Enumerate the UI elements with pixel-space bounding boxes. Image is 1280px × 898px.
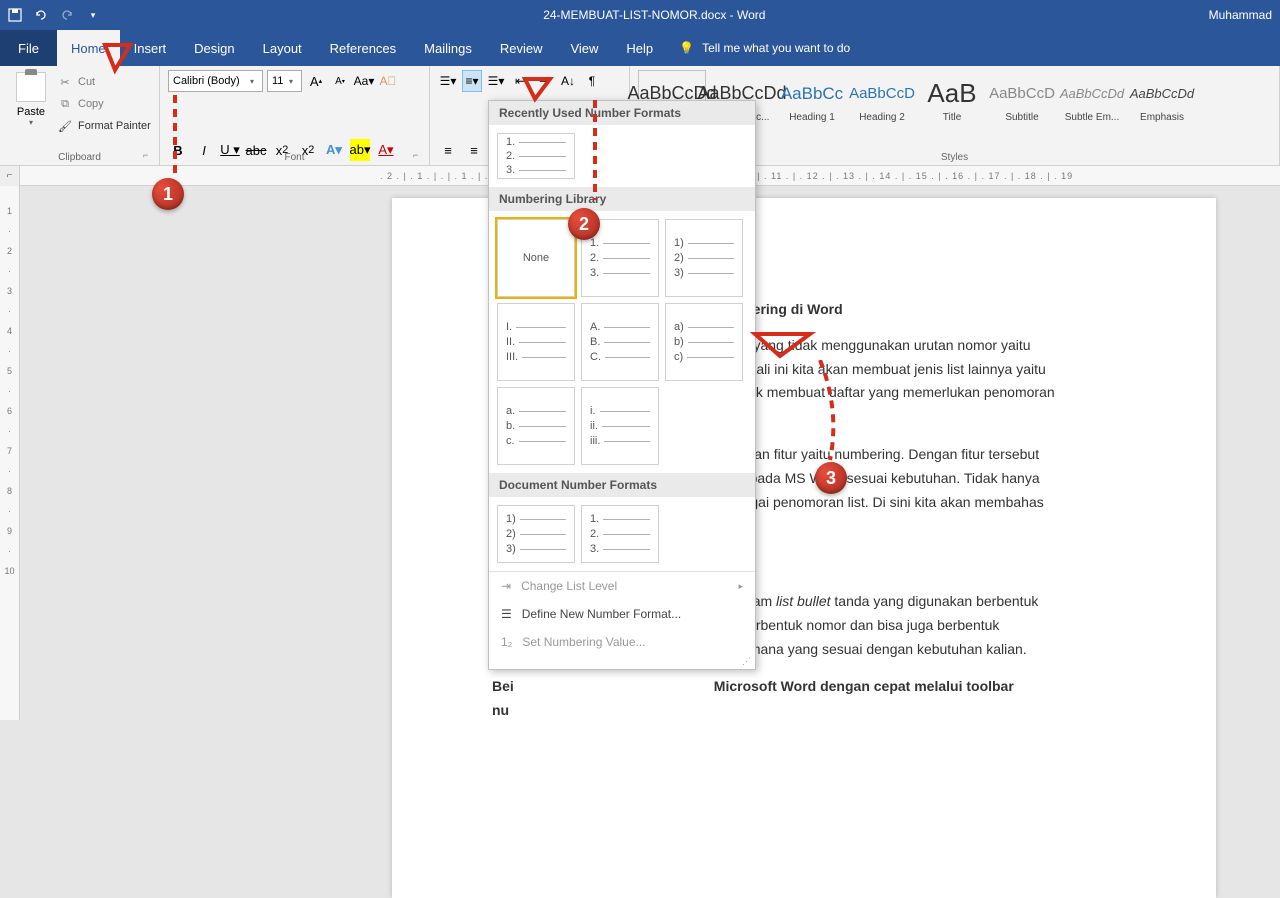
define-new-format[interactable]: ☰Define New Number Format... — [489, 600, 755, 628]
multilevel-button[interactable]: ☰▾ — [486, 70, 506, 92]
font-dialog-launcher[interactable]: ⌐ — [413, 150, 425, 162]
format-alpha-lower-dot[interactable]: a. b. c. — [497, 387, 575, 465]
numbering-library-header: Numbering Library — [489, 187, 755, 211]
format-doc-decimal-paren[interactable]: 1) 2) 3) — [497, 505, 575, 563]
document-formats-header: Document Number Formats — [489, 473, 755, 497]
style-heading1[interactable]: AaBbCcHeading 1 — [778, 70, 846, 128]
align-left-button[interactable]: ≡ — [438, 139, 458, 161]
style-heading2[interactable]: AaBbCcDHeading 2 — [848, 70, 916, 128]
clear-formatting-button[interactable]: A⃠ — [378, 70, 398, 92]
set-numbering-value: 1₂Set Numbering Value... — [489, 628, 755, 656]
clipboard-label: Clipboard — [0, 152, 159, 163]
align-center-button[interactable]: ≡ — [464, 139, 484, 161]
tell-me-search[interactable]: 💡 Tell me what you want to do — [679, 30, 850, 66]
tab-mailings[interactable]: Mailings — [410, 30, 486, 66]
paste-label: Paste — [17, 106, 45, 118]
font-label: Font — [160, 152, 429, 163]
tab-design[interactable]: Design — [180, 30, 248, 66]
ruler-corner: ⌐ — [0, 166, 20, 186]
document-title: 24-MEMBUAT-LIST-NOMOR.docx - Word — [100, 8, 1209, 22]
tab-review[interactable]: Review — [486, 30, 557, 66]
tab-references[interactable]: References — [316, 30, 410, 66]
annotation-dash-3 — [810, 360, 850, 470]
format-none[interactable]: None — [497, 219, 575, 297]
style-subtle-emphasis[interactable]: AaBbCcDdSubtle Em... — [1058, 70, 1126, 128]
title-bar: ▾ 24-MEMBUAT-LIST-NOMOR.docx - Word Muha… — [0, 0, 1280, 30]
paste-button[interactable]: Paste ▾ — [8, 70, 54, 136]
format-alpha-upper[interactable]: A. B. C. — [581, 303, 659, 381]
user-name[interactable]: Muhammad — [1209, 8, 1272, 22]
save-icon[interactable] — [8, 8, 22, 22]
vertical-ruler[interactable]: 1·2·3·4·5·6·7·8·9·10 — [0, 186, 20, 720]
sort-button[interactable]: A↓ — [558, 70, 578, 92]
format-roman-upper[interactable]: I. II. III. — [497, 303, 575, 381]
format-decimal-recent[interactable]: 1. 2. 3. — [497, 133, 575, 179]
tab-layout[interactable]: Layout — [249, 30, 316, 66]
change-case-button[interactable]: Aa▾ — [354, 70, 374, 92]
annotation-arrow-1 — [100, 40, 160, 80]
format-decimal-paren[interactable]: 1) 2) 3) — [665, 219, 743, 297]
font-group: Calibri (Body)▾ 11▾ A▴ A▾ Aa▾ A⃠ B I U ▾… — [160, 66, 430, 165]
format-alpha-lower-paren[interactable]: a) b) c) — [665, 303, 743, 381]
numbering-button[interactable]: ≡▾ — [462, 70, 482, 92]
paste-icon — [16, 72, 46, 102]
style-title[interactable]: AaBTitle — [918, 70, 986, 128]
clipboard-group: Paste ▾ ✂Cut ⧉Copy 🖌Format Painter Clipb… — [0, 66, 160, 165]
font-size-combo[interactable]: 11▾ — [267, 70, 302, 92]
annotation-dash-1 — [160, 95, 190, 185]
copy-icon: ⧉ — [58, 97, 72, 111]
recent-formats-header: Recently Used Number Formats — [489, 101, 755, 125]
indent-icon: ⇥ — [501, 579, 511, 593]
brush-icon: 🖌 — [58, 119, 72, 133]
shrink-font-button[interactable]: A▾ — [330, 70, 350, 92]
undo-icon[interactable] — [34, 8, 48, 22]
lightbulb-icon: 💡 — [679, 41, 694, 55]
tab-help[interactable]: Help — [612, 30, 667, 66]
style-emphasis[interactable]: AaBbCcDdEmphasis — [1128, 70, 1196, 128]
format-painter-button[interactable]: 🖌Format Painter — [58, 116, 151, 136]
list-icon: ☰ — [501, 607, 512, 621]
qat-dropdown-icon[interactable]: ▾ — [86, 8, 100, 22]
format-roman-lower[interactable]: i. ii. iii. — [581, 387, 659, 465]
copy-button: ⧉Copy — [58, 94, 151, 114]
annotation-dash-2 — [580, 100, 610, 210]
tell-me-label: Tell me what you want to do — [702, 41, 850, 55]
resize-grip[interactable]: ⋰ — [489, 656, 755, 669]
ribbon-tabs: File Home Insert Design Layout Reference… — [0, 30, 1280, 66]
numbering-dropdown: Recently Used Number Formats 1. 2. 3. Nu… — [488, 100, 756, 670]
clipboard-dialog-launcher[interactable]: ⌐ — [143, 150, 155, 162]
redo-icon[interactable] — [60, 8, 74, 22]
format-decimal-dot[interactable]: 1. 2. 3. — [581, 219, 659, 297]
tab-file[interactable]: File — [0, 30, 57, 66]
show-marks-button[interactable]: ¶ — [582, 70, 602, 92]
number-icon: 1₂ — [501, 635, 512, 649]
font-name-combo[interactable]: Calibri (Body)▾ — [168, 70, 263, 92]
bullets-button[interactable]: ☰▾ — [438, 70, 458, 92]
cut-icon: ✂ — [58, 75, 72, 89]
tab-view[interactable]: View — [556, 30, 612, 66]
change-list-level: ⇥Change List Level▸ — [489, 572, 755, 600]
format-doc-decimal-dot[interactable]: 1. 2. 3. — [581, 505, 659, 563]
grow-font-button[interactable]: A▴ — [306, 70, 326, 92]
style-subtitle[interactable]: AaBbCcDSubtitle — [988, 70, 1056, 128]
annotation-arrow-2 — [520, 74, 560, 104]
